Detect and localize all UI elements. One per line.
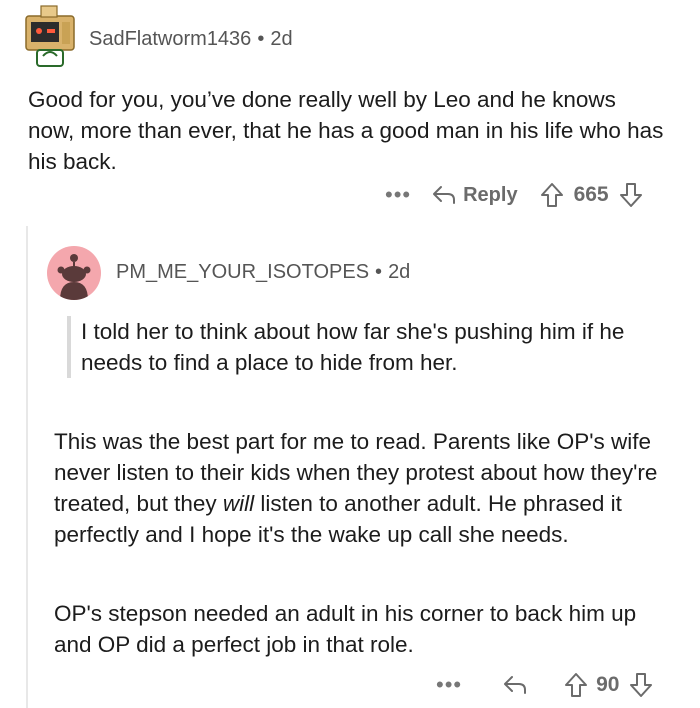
more-options-button[interactable]: •••	[385, 182, 411, 208]
comment-author[interactable]: SadFlatworm1436	[89, 28, 251, 50]
reply-paragraph-2: OP's stepson needed an adult in his corn…	[54, 601, 637, 657]
meta-separator: •	[257, 28, 265, 50]
reply-emphasis: will	[222, 491, 255, 516]
more-options-button[interactable]: •••	[436, 672, 462, 698]
comment-age: 2d	[270, 28, 293, 50]
downvote-icon[interactable]	[619, 182, 643, 208]
snoo-avatar-icon	[57, 254, 91, 300]
reply-meta: PM_ME_YOUR_ISOTOPES • 2d	[116, 261, 410, 284]
reply-label: Reply	[463, 183, 518, 206]
reply-score: 90	[596, 673, 620, 696]
downvote-icon[interactable]	[629, 672, 653, 698]
reply-avatar[interactable]	[47, 246, 101, 300]
reply-author[interactable]: PM_ME_YOUR_ISOTOPES	[116, 261, 369, 283]
upvote-icon[interactable]	[564, 672, 588, 698]
reply-age: 2d	[388, 261, 411, 283]
reply-arrow-icon	[431, 184, 457, 206]
reply-button[interactable]: Reply	[431, 183, 518, 207]
reply-arrow-icon[interactable]	[502, 674, 528, 696]
thread-line[interactable]	[26, 226, 28, 708]
user-avatar[interactable]	[21, 4, 81, 68]
reply-actions: ••• 90	[436, 670, 686, 700]
reply-paragraph-1: This was the best part for me to read. P…	[54, 426, 674, 550]
upvote-icon[interactable]	[540, 182, 564, 208]
comment-score: 665	[573, 183, 609, 206]
comment-actions: ••• Reply 665	[385, 180, 685, 210]
comment-meta: SadFlatworm1436 • 2d	[89, 28, 293, 51]
robot-avatar-icon	[25, 5, 75, 67]
meta-separator: •	[375, 261, 383, 283]
comment-body: Good for you, you’ve done really well by…	[28, 87, 664, 174]
reply-quote: I told her to think about how far she's …	[67, 316, 691, 378]
